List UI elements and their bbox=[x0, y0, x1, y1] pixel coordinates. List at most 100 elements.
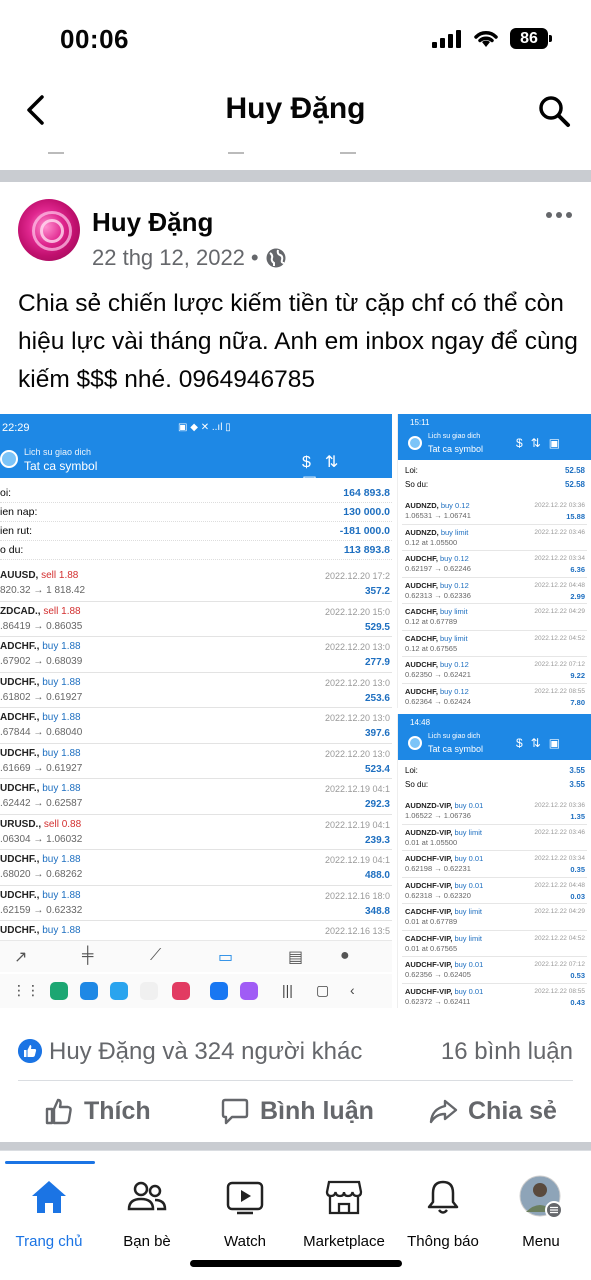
summary-label: So du: bbox=[405, 480, 429, 489]
summary-row: Loi: 52.58 bbox=[402, 464, 587, 478]
trade-row: AUDCHF, buy 0.12 0.62350 → 0.62421 2022.12… bbox=[402, 657, 587, 684]
right-bottom-time: 14:48 bbox=[410, 718, 431, 727]
header-tools-icons: $⇅▣ bbox=[516, 436, 569, 450]
trade-prices: .67902 → 0.68039 bbox=[0, 656, 83, 667]
post-author-name[interactable]: Huy Đặng bbox=[92, 207, 213, 238]
trade-row: AUDCHF, buy 0.12 0.62364 → 0.62424 2022.12… bbox=[402, 684, 587, 709]
trade-datetime: 2022.12.22 04:29 bbox=[534, 908, 585, 915]
trade-side: buy 1.88 bbox=[42, 889, 81, 901]
trade-datetime: 2022.12.22 07:12 bbox=[534, 661, 585, 668]
trade-profit: 253.6 bbox=[364, 692, 390, 704]
trade-row: AUDNZD-VIP, buy limit 0.01 at 1.05500 2022… bbox=[402, 825, 587, 851]
candles-icon: ╪ bbox=[82, 947, 94, 964]
summary-row: ien nap: 130 000.0 bbox=[0, 503, 392, 522]
trade-symbol: URUSD., sell 0.88 bbox=[0, 819, 81, 830]
trade-row: AUDCHF-VIP, buy 0.01 0.62372 → 0.62411 202… bbox=[402, 984, 587, 1009]
trade-side: buy limit bbox=[454, 933, 482, 943]
trade-side: buy limit bbox=[440, 607, 468, 616]
trade-symbol: UDCHF., buy 1.88 bbox=[0, 890, 81, 901]
comment-button[interactable]: Bình luận bbox=[220, 1096, 374, 1126]
trade-datetime: 2022.12.22 08:55 bbox=[534, 987, 585, 995]
trade-symbol: ADCHF., buy 1.88 bbox=[0, 712, 81, 723]
post-caption: Chia sẻ chiến lược kiếm tiền từ cặp chf … bbox=[18, 290, 578, 393]
like-button[interactable]: Thích bbox=[44, 1096, 151, 1126]
page-title: Huy Đặng bbox=[225, 92, 366, 125]
top-nav-bar: Huy Đặng bbox=[0, 80, 591, 140]
status-time: 00:06 bbox=[60, 24, 129, 54]
summary-value: 3.55 bbox=[569, 780, 585, 789]
summary-value: 130 000.0 bbox=[343, 506, 390, 518]
trade-datetime: 2022.12.22 04:48 bbox=[534, 881, 585, 889]
tab-notifications[interactable]: Thông báo bbox=[393, 1175, 493, 1250]
trade-side: buy limit bbox=[440, 527, 469, 537]
trade-side: buy 1.88 bbox=[42, 712, 81, 723]
trade-side: buy 1.88 bbox=[42, 641, 81, 652]
post-date[interactable]: 22 thg 12, 2022 bbox=[92, 245, 245, 271]
marketplace-icon bbox=[325, 1180, 363, 1215]
search-icon[interactable] bbox=[537, 94, 571, 128]
summary-label: oi: bbox=[0, 487, 12, 499]
tab-home[interactable]: Trang chủ bbox=[0, 1175, 99, 1250]
summary-row: o du: 113 893.8 bbox=[0, 541, 392, 560]
trade-prices: .61802 → 0.61927 bbox=[0, 691, 83, 703]
share-label: Chia sẻ bbox=[468, 1096, 557, 1125]
trade-profit: 523.4 bbox=[364, 763, 390, 775]
trade-prices: 0.01 at 0.67789 bbox=[405, 917, 458, 926]
trade-prices: 0.12 at 0.67565 bbox=[405, 643, 458, 653]
previous-post-sliver bbox=[0, 140, 591, 170]
trade-prices: 820.32 → 1 818.42 bbox=[0, 585, 86, 596]
more-options-icon[interactable] bbox=[546, 212, 572, 218]
tab-label: Watch bbox=[224, 1233, 266, 1250]
trade-symbol: AUDNZD, buy 0.12 bbox=[405, 501, 470, 510]
trade-row: CADCHF, buy limit 0.12 at 0.67565 2022.12.… bbox=[402, 631, 587, 657]
trade-symbol-name: CADCHF, bbox=[405, 607, 438, 616]
reaction-count[interactable]: Huy Đặng và 324 người khác bbox=[49, 1038, 362, 1066]
trade-symbol-name: ADCHF., bbox=[0, 641, 40, 652]
summary-label: o du: bbox=[0, 544, 24, 556]
trade-prices: 1.06531 → 1.06741 bbox=[405, 511, 471, 520]
trade-side: buy 0.01 bbox=[454, 854, 484, 863]
trade-symbol-name: AUUSD, bbox=[0, 570, 39, 581]
trade-profit: 348.8 bbox=[364, 905, 390, 917]
tab-marketplace[interactable]: Marketplace bbox=[294, 1175, 394, 1250]
tab-friends[interactable]: Bạn bè bbox=[97, 1175, 197, 1250]
tab-watch[interactable]: Watch bbox=[195, 1175, 295, 1250]
wifi-icon bbox=[474, 31, 498, 47]
trade-side: buy 0.12 bbox=[440, 660, 469, 669]
trade-prices: 0.12 at 0.67789 bbox=[405, 617, 458, 626]
trade-profit: 6.36 bbox=[570, 565, 585, 574]
trade-row: AUDCHF-VIP, buy 0.01 0.62356 → 0.62405 202… bbox=[402, 957, 587, 984]
trend-icon: ⟋ bbox=[150, 947, 162, 964]
trade-symbol: CADCHF-VIP, buy limit bbox=[405, 907, 482, 916]
trade-symbol: AUDNZD-VIP, buy limit bbox=[405, 828, 482, 837]
trade-datetime: 2022.12.22 03:34 bbox=[534, 855, 585, 862]
post-actions: Thích Bình luận Chia sẻ bbox=[0, 1090, 591, 1136]
trade-datetime: 2022.12.20 15:0 bbox=[324, 606, 390, 617]
trade-symbol: ADCHF., buy 1.88 bbox=[0, 641, 81, 652]
trade-row: AUUSD, sell 1.88 820.32 → 1 818.42 2022.12… bbox=[0, 566, 392, 602]
trade-datetime: 2022.12.22 03:34 bbox=[534, 555, 585, 562]
trade-datetime: 2022.12.16 18:0 bbox=[324, 890, 390, 901]
trade-symbol: CADCHF, buy limit bbox=[405, 607, 468, 616]
comment-count[interactable]: 16 bình luận bbox=[441, 1038, 573, 1066]
share-button[interactable]: Chia sẻ bbox=[428, 1096, 557, 1126]
trade-profit: 277.9 bbox=[364, 657, 390, 668]
trade-symbol-name: AUDNZD-VIP, bbox=[405, 827, 453, 837]
tab-menu[interactable]: Menu bbox=[491, 1175, 591, 1250]
trade-datetime: 2022.12.20 17:2 bbox=[324, 571, 390, 581]
news-icon: ▤ bbox=[288, 949, 304, 966]
trade-symbol-name: UDCHF., bbox=[0, 747, 40, 759]
trade-profit: 0.03 bbox=[570, 891, 585, 901]
post-image[interactable]: 22:29 ▣ ◆ ✕ ..ıl ▯ Lich su giao dich Tat… bbox=[0, 414, 591, 1008]
left-app-toolbar: ↗ ╪ ⟋ ▭ ▤ ● bbox=[0, 940, 392, 972]
trade-prices: .61669 → 0.61927 bbox=[0, 762, 83, 774]
trade-symbol: AUDCHF, buy 0.12 bbox=[405, 554, 469, 563]
right-bottom-main: Tat ca symbol bbox=[428, 744, 484, 754]
trade-prices: 0.01 at 0.67565 bbox=[405, 943, 458, 953]
trade-row: UDCHF., buy 1.88 .68020 → 0.68262 2022.12.… bbox=[0, 850, 392, 886]
trade-symbol: AUUSD, sell 1.88 bbox=[0, 570, 78, 581]
trade-prices: .68020 → 0.68262 bbox=[0, 869, 83, 880]
author-avatar[interactable] bbox=[18, 199, 80, 261]
trade-symbol-name: CADCHF-VIP, bbox=[405, 933, 453, 943]
trade-prices: .62442 → 0.62587 bbox=[0, 798, 83, 809]
